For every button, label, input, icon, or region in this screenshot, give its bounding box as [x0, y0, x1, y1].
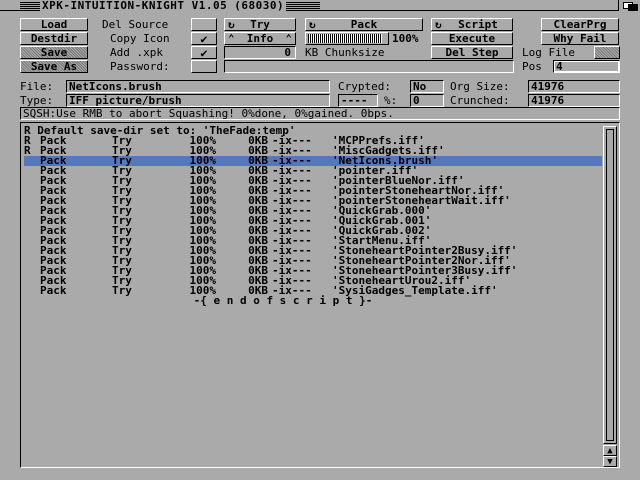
pos-label: Pos [522, 60, 542, 73]
log-list[interactable]: R Default save-dir set to: 'TheFade:temp… [24, 126, 602, 464]
log-panel: R Default save-dir set to: 'TheFade:temp… [20, 122, 620, 468]
del-source-label: Del Source [102, 18, 169, 31]
log-row[interactable]: Pack Try 100% 0KB -ix--- 'QuickGrab.001' [24, 215, 602, 226]
password-label: Password: [110, 60, 170, 73]
log-row[interactable]: Pack Try 100% 0KB -ix--- 'StoneheartPointer2B… [24, 245, 602, 256]
add-xpk-checkbox[interactable]: ✔ [191, 45, 217, 60]
chunksize-slider[interactable] [305, 32, 389, 45]
log-row-flag [24, 246, 40, 256]
info-button-label: Info [246, 32, 274, 45]
chevron-up-icon: ⌃ [228, 32, 235, 45]
log-row-flag: R [24, 144, 31, 157]
log-row[interactable]: Pack Try 100% 0KB -ix--- 'QuickGrab.000' [24, 205, 602, 216]
log-row[interactable]: R Pack Try 100% 0KB -ix--- 'MCPPrefs.iff' [24, 135, 602, 146]
log-row[interactable]: Pack Try 100% 0KB -ix--- 'StoneheartPointer3B… [24, 265, 602, 276]
del-source-checkbox[interactable]: ✔ [191, 18, 217, 31]
log-row-flag [24, 176, 40, 186]
try-button-label: Try [250, 18, 270, 31]
ratio-value: ---- [338, 94, 378, 107]
execute-button[interactable]: Execute [431, 32, 513, 45]
clearprg-button[interactable]: ClearPrg [541, 18, 619, 31]
log-row-flag [24, 156, 40, 166]
log-row-flag [24, 276, 40, 286]
chunksize-slider-knob[interactable] [308, 34, 382, 43]
pack-button-label: Pack [350, 18, 378, 31]
crunched-label: Crunched: [450, 94, 510, 107]
log-row-mode: Try [112, 284, 132, 297]
scroll-down-icon[interactable]: ▼ [603, 456, 617, 467]
file-field[interactable]: NetIcons.brush [66, 80, 330, 93]
window-title: XPK-INTUITION-KNIGHT V1.05 (68030) [40, 0, 287, 12]
log-row[interactable]: Pack Try 100% 0KB -ix--- 'StoneheartUrou2.iff… [24, 275, 602, 286]
chunksize-unit-label: KB Chunksize [305, 46, 385, 59]
log-row-flag [24, 166, 40, 176]
log-row-flag [24, 286, 40, 296]
cycle-icon: ↻ [228, 18, 235, 31]
log-row-flag [24, 256, 40, 266]
log-row[interactable]: R Pack Try 100% 0KB -ix--- 'MiscGadgets.iff' [24, 144, 602, 157]
log-row-action: Pack [40, 284, 67, 297]
log-row[interactable]: Pack Try 100% 0KB -ix---'pointerStoneheartWa… [24, 195, 602, 206]
destdir-button[interactable]: Destdir [20, 32, 88, 45]
log-row[interactable]: Pack Try 100% 0KB -ix---'pointer.iff' [24, 165, 602, 176]
scroll-up-icon[interactable]: ▲ [603, 445, 617, 456]
window-titlebar[interactable]: XPK-INTUITION-KNIGHT V1.05 (68030) [0, 0, 640, 12]
log-row[interactable]: Pack Try 100% 0KB -ix--- 'QuickGrab.002' [24, 225, 602, 236]
password-input[interactable] [224, 60, 514, 73]
load-button[interactable]: Load [20, 18, 88, 31]
log-row-flag [24, 196, 40, 206]
end-of-script-marker: -{ e n d o f s c r i p t }- [193, 294, 373, 307]
type-field: IFF picture/brush [66, 94, 330, 107]
log-row-flag [24, 206, 40, 216]
org-size-label: Org Size: [450, 80, 510, 93]
crunched-value: 41976 [528, 94, 620, 107]
log-row-flag [24, 236, 40, 246]
log-scrollbar[interactable] [603, 126, 617, 444]
password-checkbox[interactable] [191, 60, 217, 73]
add-xpk-label: Add .xpk [110, 46, 163, 59]
log-file-label: Log File [522, 46, 575, 59]
percent-label: %: [384, 94, 398, 107]
cycle-icon: ↻ [435, 18, 442, 31]
del-step-button[interactable]: Del Step [431, 46, 513, 59]
copy-icon-label: Copy Icon [110, 32, 170, 45]
script-button-label: Script [458, 18, 498, 31]
file-label: File: [20, 80, 54, 93]
chevron-up-icon: ⌃ [285, 32, 292, 45]
check-icon: ✔ [200, 31, 208, 46]
org-size-value: 41976 [528, 80, 620, 93]
log-row-filename: 'SysiGadges_Template.iff' [332, 284, 498, 297]
crypted-value: No [410, 80, 444, 93]
save-as-button[interactable]: Save As [20, 60, 88, 73]
script-button[interactable]: ↻ Script [431, 18, 513, 31]
log-row-flag [24, 266, 40, 276]
log-row[interactable]: Pack Try 100% 0KB -ix---'pointerStoneheartNo… [24, 185, 602, 196]
info-button[interactable]: ⌃ Info ⌃ [224, 32, 296, 45]
log-scrollbar-thumb[interactable] [606, 129, 614, 441]
pos-input[interactable]: 4 [553, 60, 620, 73]
depth-gadget-icon[interactable] [618, 0, 640, 11]
log-file-checkbox[interactable] [594, 46, 620, 59]
copy-icon-checkbox[interactable]: ✔ [191, 31, 217, 46]
check-icon: ✔ [200, 45, 208, 60]
save-button[interactable]: Save [20, 46, 88, 59]
log-row-flag [24, 226, 40, 236]
crypted-label: Crypted: [338, 80, 391, 93]
chunksize-percent: 100% [392, 32, 419, 45]
log-row[interactable]: Pack Try 100% 0KB -ix--- 'NetIcons.brush' [24, 155, 602, 166]
log-row-flag [24, 216, 40, 226]
percent-value: 0 [410, 94, 444, 107]
cycle-icon: ↻ [309, 18, 316, 31]
pack-button[interactable]: ↻ Pack [305, 18, 423, 31]
status-bar: SQSH:Use RMB to abort Squashing! 0%done,… [20, 107, 620, 120]
chunksize-input[interactable]: 0 [224, 46, 296, 59]
log-row-flag [24, 186, 40, 196]
try-button[interactable]: ↻ Try [224, 18, 296, 31]
log-header-row: R Default save-dir set to: 'TheFade:temp… [24, 126, 296, 137]
type-label: Type: [20, 94, 54, 107]
why-fail-button[interactable]: Why Fail [541, 32, 619, 45]
log-row[interactable]: Pack Try 100% 0KB -ix---'pointerBlueNor.iff' [24, 175, 602, 186]
